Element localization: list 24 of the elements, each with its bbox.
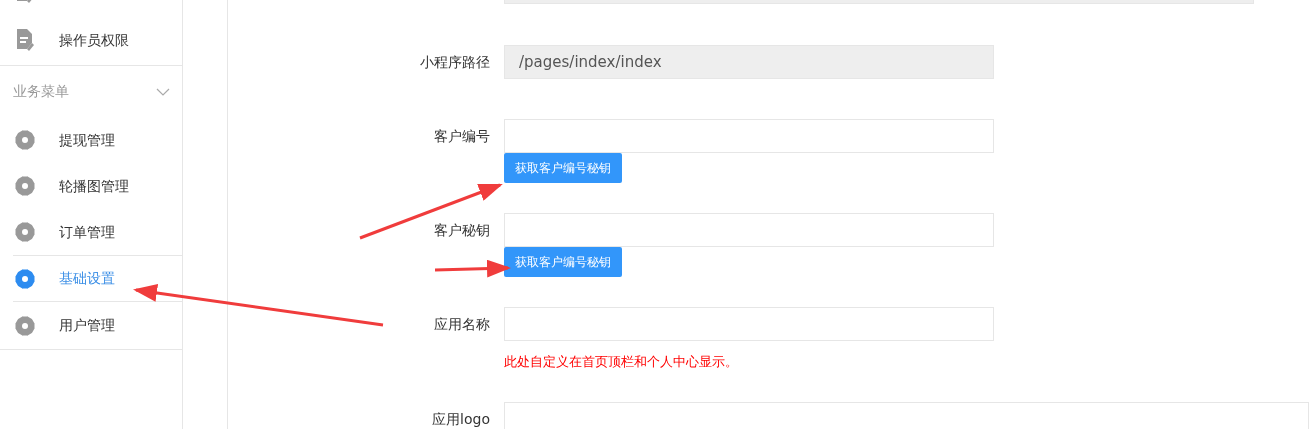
field-label: 小程序路径 xyxy=(419,53,490,72)
settings-icon xyxy=(15,176,35,196)
input-field[interactable] xyxy=(504,401,1309,429)
readonly-field: /pages/index/index xyxy=(504,45,994,79)
input-field[interactable] xyxy=(504,213,994,247)
sidebar-item[interactable]: 操作员权限 xyxy=(0,15,182,65)
sidebar-item[interactable]: 基础设置 xyxy=(0,256,182,301)
field-label: 应用名称 xyxy=(433,315,490,334)
sidebar-item[interactable]: 订单管理 xyxy=(13,209,182,255)
settings-icon xyxy=(15,222,35,242)
document-icon xyxy=(15,29,35,51)
settings-icon xyxy=(15,130,35,150)
field-label: 客户编号 xyxy=(433,127,490,146)
settings-icon xyxy=(15,268,35,289)
field-label: 应用logo xyxy=(431,409,490,429)
sidebar-item[interactable]: 提现管理 xyxy=(13,117,182,163)
settings-icon xyxy=(15,315,35,336)
hint-text: 此处自定义在首页顶栏和个人中心显示。 xyxy=(504,353,739,371)
input-field[interactable] xyxy=(504,119,994,153)
sidebar-item[interactable]: 用户管理 xyxy=(0,302,182,349)
chevron-icon xyxy=(156,87,170,96)
input-field[interactable] xyxy=(504,307,994,341)
sidebar-item[interactable]: 轮播图管理 xyxy=(13,163,182,209)
field-label: 客户秘钥 xyxy=(433,221,490,240)
